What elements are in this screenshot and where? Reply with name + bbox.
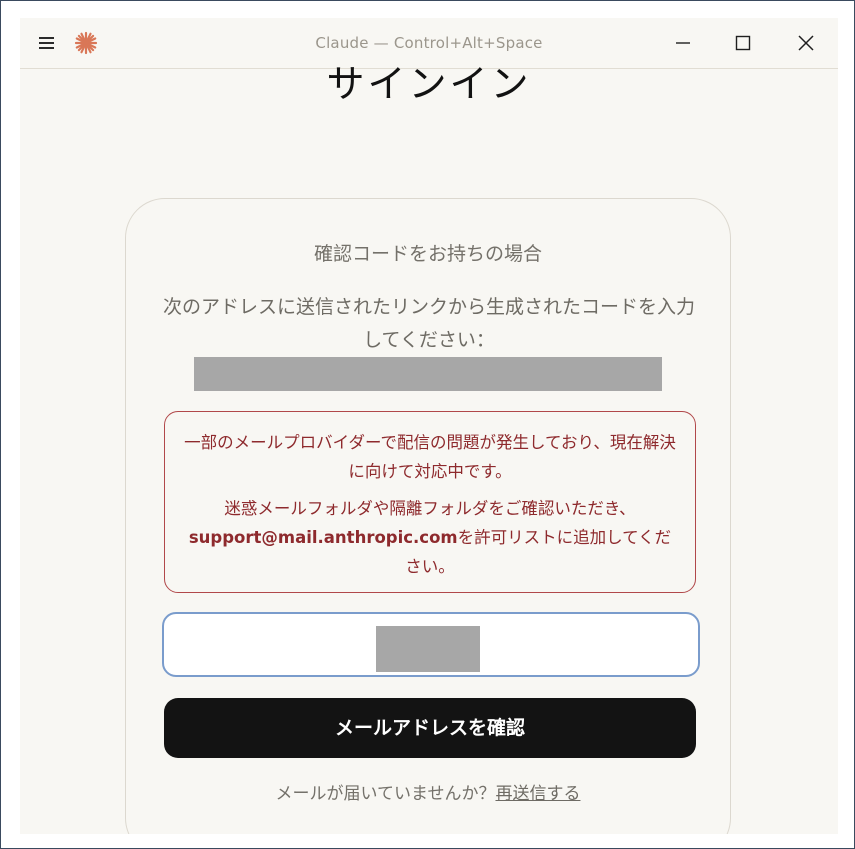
claude-logo-icon xyxy=(74,31,98,55)
close-icon[interactable] xyxy=(793,30,819,56)
page-title: サインイン xyxy=(326,62,532,106)
verification-card: 確認コードをお持ちの場合 次のアドレスに送信されたリンクから生成されたコードを入… xyxy=(125,198,731,834)
alert-line2-prefix: 迷惑メールフォルダや隔離フォルダをご確認いただき、 xyxy=(224,499,636,518)
app-window: Claude — Control+Alt+Space サインイン 確認コードをお… xyxy=(20,18,838,834)
support-email: support@mail.anthropic.com xyxy=(188,528,458,547)
resend-link[interactable]: 再送信する xyxy=(495,784,580,804)
confirm-email-button[interactable]: メールアドレスを確認 xyxy=(164,698,696,758)
alert-message-line1: 一部のメールプロバイダーで配信の問題が発生しており、現在解決に向けて対応中です。 xyxy=(184,433,676,481)
card-description: 次のアドレスに送信されたリンクから生成されたコードを入力してください： xyxy=(162,296,695,351)
minimize-icon[interactable] xyxy=(670,30,696,56)
screenshot-frame: Claude — Control+Alt+Space サインイン 確認コードをお… xyxy=(0,0,855,849)
resend-row: メールが届いていませんか？再送信する xyxy=(126,779,730,804)
hamburger-menu-icon[interactable] xyxy=(38,34,56,52)
delivery-alert: 一部のメールプロバイダーで配信の問題が発生しており、現在解決に向けて対応中です。… xyxy=(164,411,696,593)
redacted-email-address xyxy=(194,357,662,391)
alert-message-line2: 迷惑メールフォルダや隔離フォルダをご確認いただき、 support@mail.an… xyxy=(183,494,677,581)
resend-prompt: メールが届いていませんか？ xyxy=(275,784,496,804)
maximize-icon[interactable] xyxy=(730,30,756,56)
redacted-code-value xyxy=(376,626,480,672)
card-subtitle: 確認コードをお持ちの場合 xyxy=(313,243,542,265)
